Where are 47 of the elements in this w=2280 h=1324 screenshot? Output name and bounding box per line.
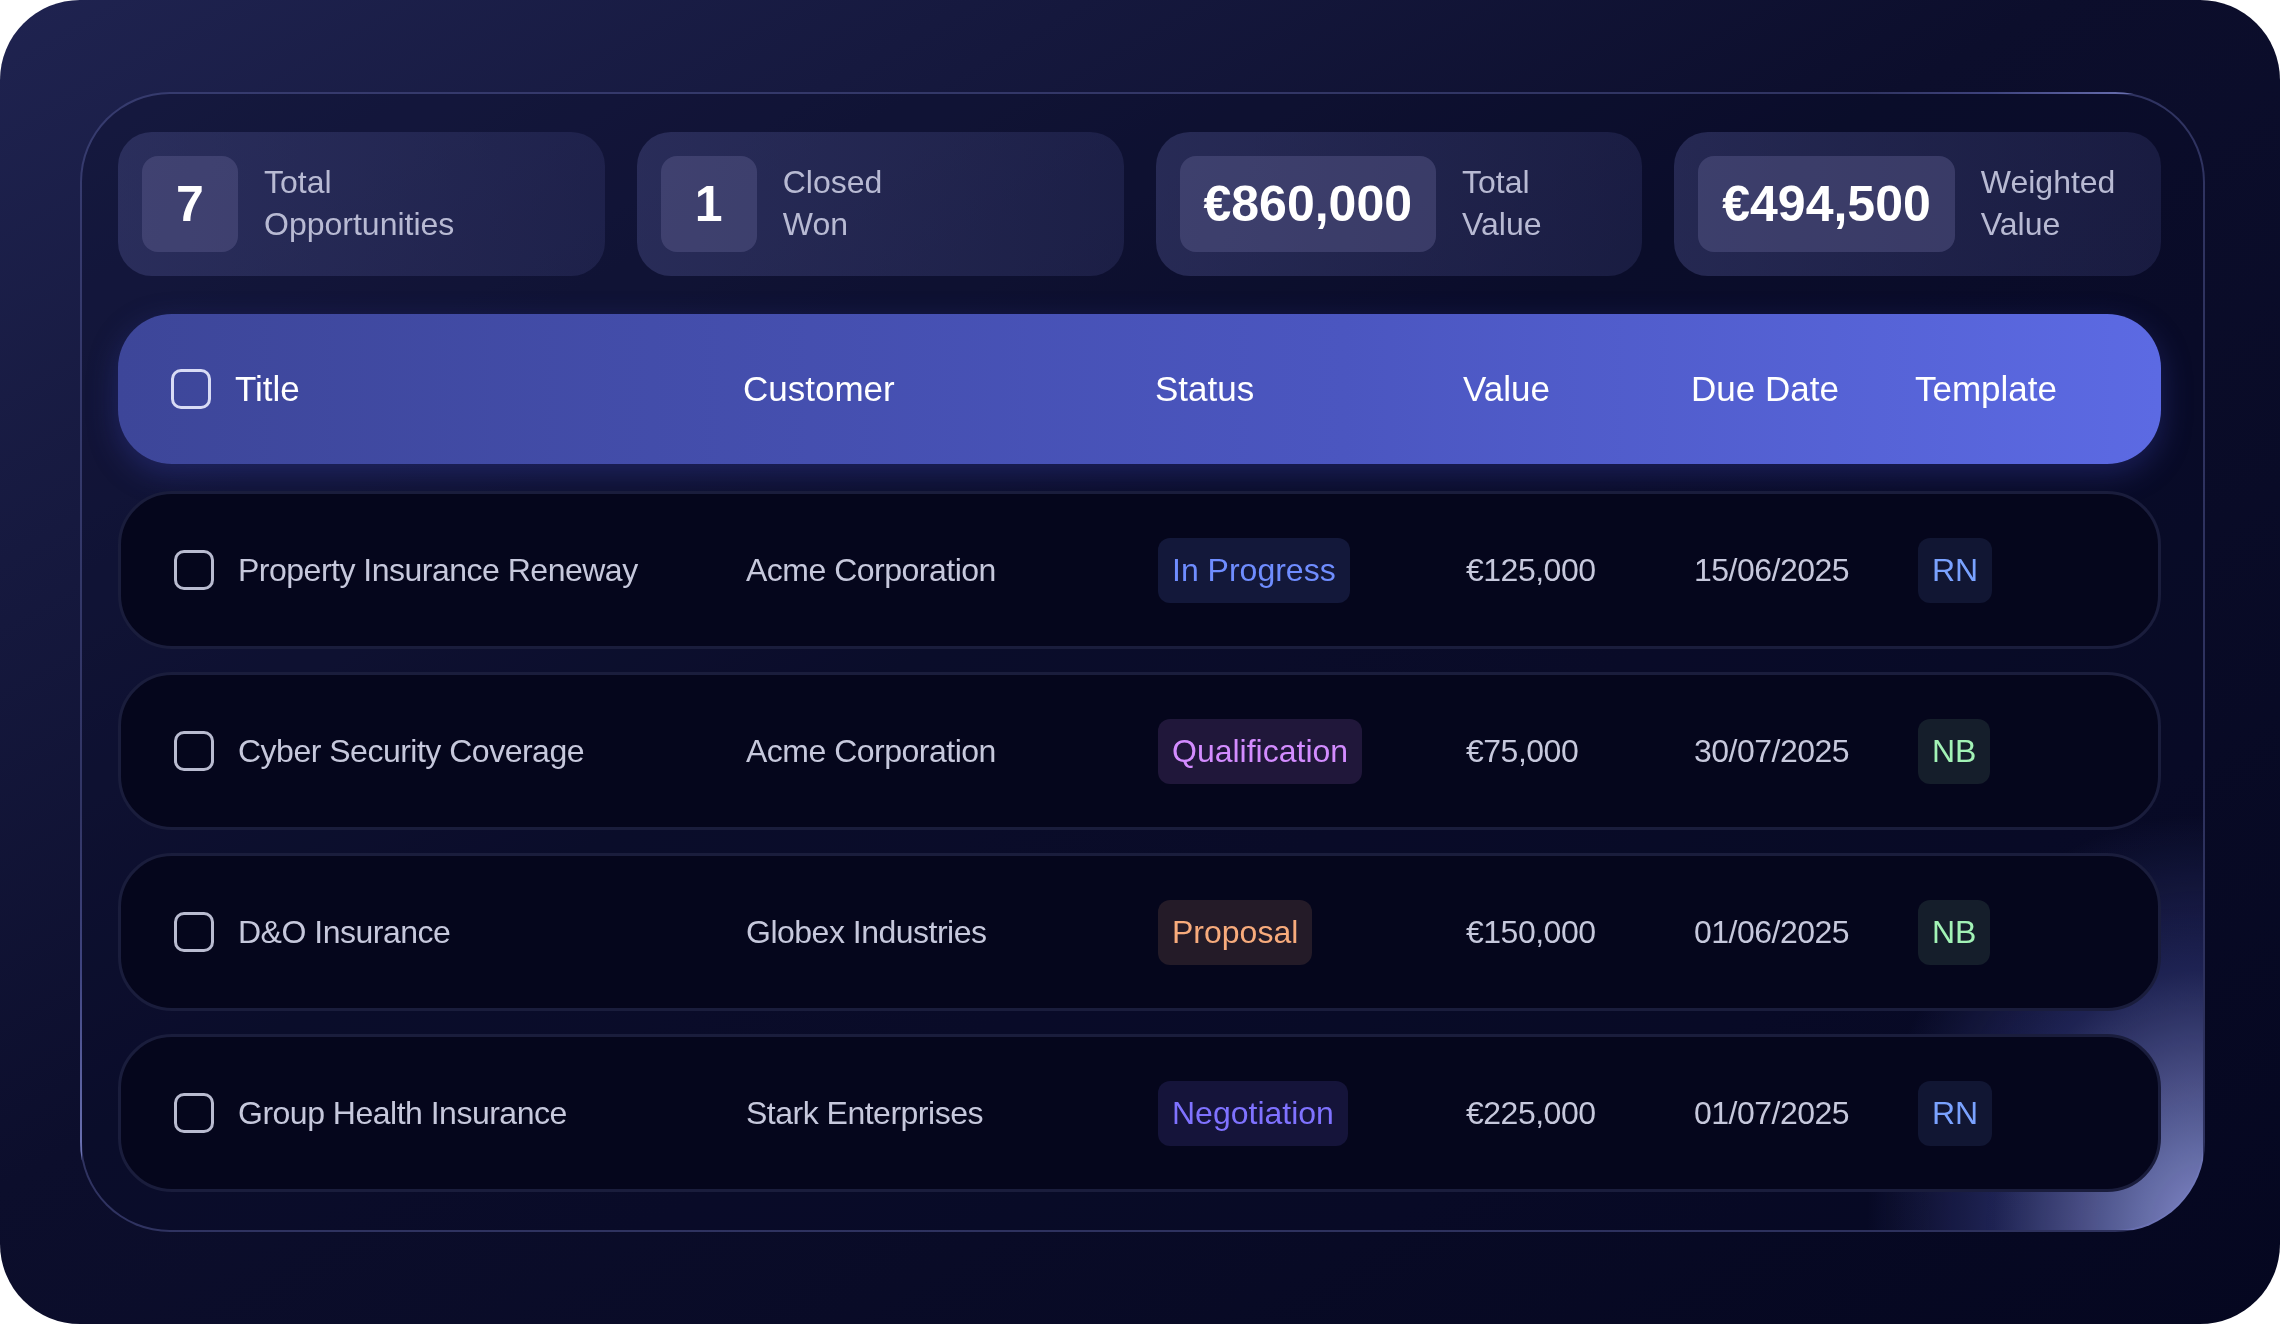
status-text: Qualification bbox=[1172, 732, 1349, 769]
customer-cell-text: Stark Enterprises bbox=[746, 1094, 984, 1132]
due-date-cell-text: 30/07/2025 bbox=[1694, 732, 1851, 770]
title-cell: Property Insurance Reneway bbox=[238, 551, 638, 589]
checkbox[interactable] bbox=[171, 369, 211, 409]
status-text: Negotiation bbox=[1172, 1094, 1334, 1131]
column-header[interactable]: Value bbox=[1463, 369, 1691, 409]
template-badge: RN bbox=[1918, 1080, 1993, 1146]
due-date-cell-text: 01/07/2025 bbox=[1694, 1094, 1851, 1132]
stat-label: Weighted Value bbox=[1980, 163, 2116, 244]
stat-label: Total Opportunities bbox=[264, 163, 455, 244]
value-cell-text: €75,000 bbox=[1466, 732, 1580, 770]
column-header[interactable]: Status bbox=[1155, 369, 1463, 409]
stat-label: Closed Won bbox=[782, 163, 883, 244]
column-header[interactable]: Customer bbox=[743, 369, 1155, 409]
stat-label: Total Value bbox=[1462, 163, 1542, 244]
table-row[interactable]: Group Health Insurance Stark Enterprises Negotiation €225,000 01/07/2025 RN bbox=[118, 1034, 2161, 1192]
column-header[interactable]: Template bbox=[1915, 369, 2161, 409]
checkbox[interactable] bbox=[174, 912, 214, 952]
template-badge: NB bbox=[1918, 899, 1991, 965]
value-cell-text: €150,000 bbox=[1466, 913, 1597, 951]
template-badge: RN bbox=[1918, 537, 1993, 603]
stat-value: 7 bbox=[142, 156, 238, 252]
status-text: In Progress bbox=[1172, 551, 1336, 588]
table-row[interactable]: Cyber Security Coverage Acme Corporation Qualification €75,000 30/07/2025 NB bbox=[118, 672, 2161, 830]
status-text: Proposal bbox=[1172, 913, 1299, 950]
customer-cell-text: Acme Corporation bbox=[746, 551, 997, 589]
value-cell-text: €125,000 bbox=[1466, 551, 1597, 589]
customer-cell-text: Globex Industries bbox=[746, 913, 988, 951]
checkbox[interactable] bbox=[174, 1093, 214, 1133]
value-cell-text: €225,000 bbox=[1466, 1094, 1597, 1132]
table-row[interactable]: D&O Insurance Globex Industries Proposal €150,000 01/06/2025 NB bbox=[118, 853, 2161, 1011]
table-row[interactable]: Property Insurance Reneway Acme Corporation In Progress €125,000 15/06/2025 RN bbox=[118, 491, 2161, 649]
column-header[interactable]: Title bbox=[235, 369, 300, 409]
stat-value: €494,500 bbox=[1698, 156, 1955, 252]
column-header[interactable]: Due Date bbox=[1691, 369, 1915, 409]
title-cell: D&O Insurance bbox=[238, 913, 451, 951]
checkbox[interactable] bbox=[174, 731, 214, 771]
due-date-cell-text: 15/06/2025 bbox=[1694, 551, 1851, 589]
customer-cell-text: Acme Corporation bbox=[746, 732, 997, 770]
checkbox[interactable] bbox=[174, 550, 214, 590]
due-date-cell-text: 01/06/2025 bbox=[1694, 913, 1851, 951]
title-cell: Group Health Insurance bbox=[238, 1094, 567, 1132]
title-cell: Cyber Security Coverage bbox=[238, 732, 584, 770]
stat-value: 1 bbox=[660, 156, 757, 252]
stat-value: €860,000 bbox=[1179, 156, 1437, 252]
template-badge: NB bbox=[1918, 718, 1991, 784]
